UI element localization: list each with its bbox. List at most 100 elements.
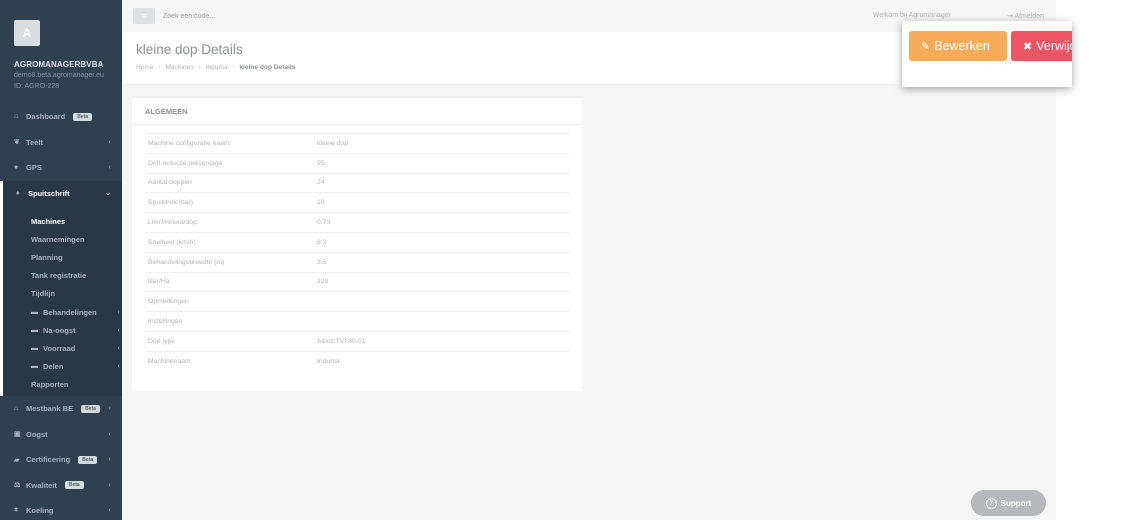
avatar[interactable]: A [14,20,40,46]
question-circle-icon: ? [985,497,997,509]
table-row: Dop type Albuz TVI 80-01 [146,330,569,352]
sidebar: A AGROMANAGERBVBA demo8.beta.agromanager… [0,0,122,520]
spuitschrift-submenu: Machines Waarnemingen Planning Tank regi… [0,206,122,396]
chevron-left-icon: ‹ [108,507,111,515]
sidebar-subitem-planning[interactable]: Planning [3,248,122,266]
breadcrumb-separator: / [158,64,161,71]
sidebar-item-label: Oogst [26,429,48,439]
close-icon: ✖ [1023,40,1033,53]
breadcrumb-machines[interactable]: Machines [165,64,193,71]
edit-button[interactable]: ✎ Bewerken [909,31,1007,61]
sidebar-item-spuitschrift[interactable]: ♦ Spuitschrift ⌄ [0,180,122,206]
tint-icon: ♦ [16,189,20,197]
sidebar-item-label: Spuitschrift [28,188,70,198]
row-label: Dop type [146,330,315,352]
pencil-icon: ✎ [921,40,931,53]
beta-badge: Beta [73,112,93,121]
row-label: Behandelingsbreedte (m) [146,251,315,273]
sidebar-item-label: Certificering [26,455,71,465]
chevron-left-icon: ‹ [117,308,120,316]
welcome-text: Welkom bij Agromanager [872,12,951,19]
row-value: 0.73 [315,212,569,233]
sidebar-subitem-tank-registratie[interactable]: Tank registratie [3,267,122,285]
sidebar-subitem-label: Tank registratie [31,271,87,281]
sidebar-subitem-label: Tijdlijn [31,289,56,299]
breadcrumb-induma[interactable]: Induma [206,64,228,71]
sidebar-subitem-voorraad[interactable]: ▬ Voorraad ‹ [3,339,122,357]
details-table: Machine configuratie naam kleine dop Drift… [146,133,569,372]
logout-link[interactable]: ⇥ Afmelden [1007,12,1044,20]
sidebar-subitem-label: Machines [31,216,66,226]
chevron-left-icon: ‹ [117,363,120,371]
sidebar-item-label: Koeling [26,506,54,516]
home-icon: ⌂ [14,113,19,121]
edit-label: Bewerken [934,39,990,53]
sidebar-item-certificering[interactable]: ▰ Certificering Beta ‹ [0,447,122,473]
folder-icon: ▬ [31,363,38,371]
sidebar-item-kwaliteit[interactable]: ⚖ Kwaliteit Beta ‹ [0,472,122,498]
chevron-left-icon: ‹ [108,456,111,464]
row-label: Machine configuratie naam [146,133,315,154]
row-label: Spuitdruk (bar) [146,192,315,213]
row-label: Liter/minuut/dop [146,212,315,233]
profile-email: demo8.beta.agromanager.eu [14,72,104,79]
chevron-left-icon: ‹ [108,138,111,146]
table-row: Snelheid (km/h) 8.3 [146,231,569,253]
sidebar-subitem-label: Na-oogst [43,325,76,335]
menu-toggle-button[interactable]: ≡ [133,8,155,24]
table-row: Aantal doppen 24 [146,172,569,193]
logout-label: Afmelden [1014,13,1044,20]
row-label: Drift reductie percentage [146,152,315,174]
support-button[interactable]: ? Support [971,490,1046,516]
sidebar-item-label: GPS [26,163,42,173]
search-input[interactable] [163,12,363,20]
breadcrumb-home[interactable]: Home [136,64,154,71]
row-label: Snelheid (km/h) [146,231,315,253]
chevron-left-icon: ‹ [108,481,111,489]
sidebar-item-teelt[interactable]: ❦ Teelt ‹ [0,130,122,156]
sidebar-subitem-waarnemingen[interactable]: Waarnemingen [3,230,122,248]
sidebar-subitem-tijdlijn[interactable]: Tijdlijn [3,285,122,303]
sidebar-nav: ⌂ Dashboard Beta ❦ Teelt ‹ ● GPS ‹ ♦ Spu… [0,104,122,206]
row-label: Machinenaam [146,350,315,372]
chevron-left-icon: ‹ [108,430,111,438]
row-value: 24 [315,172,569,193]
sidebar-item-mestbank[interactable]: ⌂ Mestbank BE Beta ‹ [0,396,122,422]
sidebar-item-label: Dashboard [26,112,66,122]
table-row: Spuitdruk (bar) 10 [146,192,569,213]
row-value: Induma [315,350,569,372]
sidebar-subitem-label: Voorraad [43,343,76,353]
sidebar-subitem-behandelingen[interactable]: ▬ Behandelingen ‹ [3,303,122,321]
balance-icon: ⚖ [14,482,21,490]
breadcrumb-separator: / [198,64,201,71]
row-value: 3.5 [315,251,569,273]
table-row: Machine configuratie naam kleine dop [146,133,569,154]
row-label: Opmerkingen [146,291,315,312]
row-value: 95 [315,152,569,174]
table-row: Liter/minuut/dop 0.73 [146,212,569,233]
panel-title: ALGEMEEN [132,98,582,125]
beta-badge: Beta [78,455,98,464]
sidebar-subitem-rapporten[interactable]: Rapporten [3,376,122,394]
chevron-down-icon: ⌄ [105,190,111,198]
delete-button[interactable]: ✖ Verwijderen [1011,31,1072,61]
chevron-left-icon: ‹ [108,405,111,413]
sidebar-item-label: Mestbank BE [26,404,74,414]
sidebar-item-oogst[interactable]: ▣ Oogst ‹ [0,421,122,447]
bank-icon: ⌂ [14,405,19,413]
sidebar-subitem-label: Waarnemingen [31,234,85,244]
sidebar-subitem-delen[interactable]: ▬ Delen ‹ [3,358,122,376]
row-value: Albuz TVI 80-01 [315,330,569,352]
delete-label: Verwijderen [1036,39,1072,53]
row-value [315,311,569,332]
sidebar-nav-lower: ⌂ Mestbank BE Beta ‹ ▣ Oogst ‹ ▰ Certifi… [0,396,122,520]
sidebar-item-koeling[interactable]: ǂ Koeling ‹ [0,498,122,520]
sidebar-item-dashboard[interactable]: ⌂ Dashboard Beta [0,104,122,130]
leaf-icon: ❦ [14,139,20,147]
sidebar-item-gps[interactable]: ● GPS ‹ [0,155,122,181]
sidebar-subitem-machines[interactable]: Machines [3,212,122,230]
sidebar-item-label: Kwaliteit [26,480,57,490]
sidebar-subitem-label: Behandelingen [43,307,97,317]
map-marker-icon: ● [14,164,19,172]
sidebar-subitem-na-oogst[interactable]: ▬ Na-oogst ‹ [3,321,122,339]
